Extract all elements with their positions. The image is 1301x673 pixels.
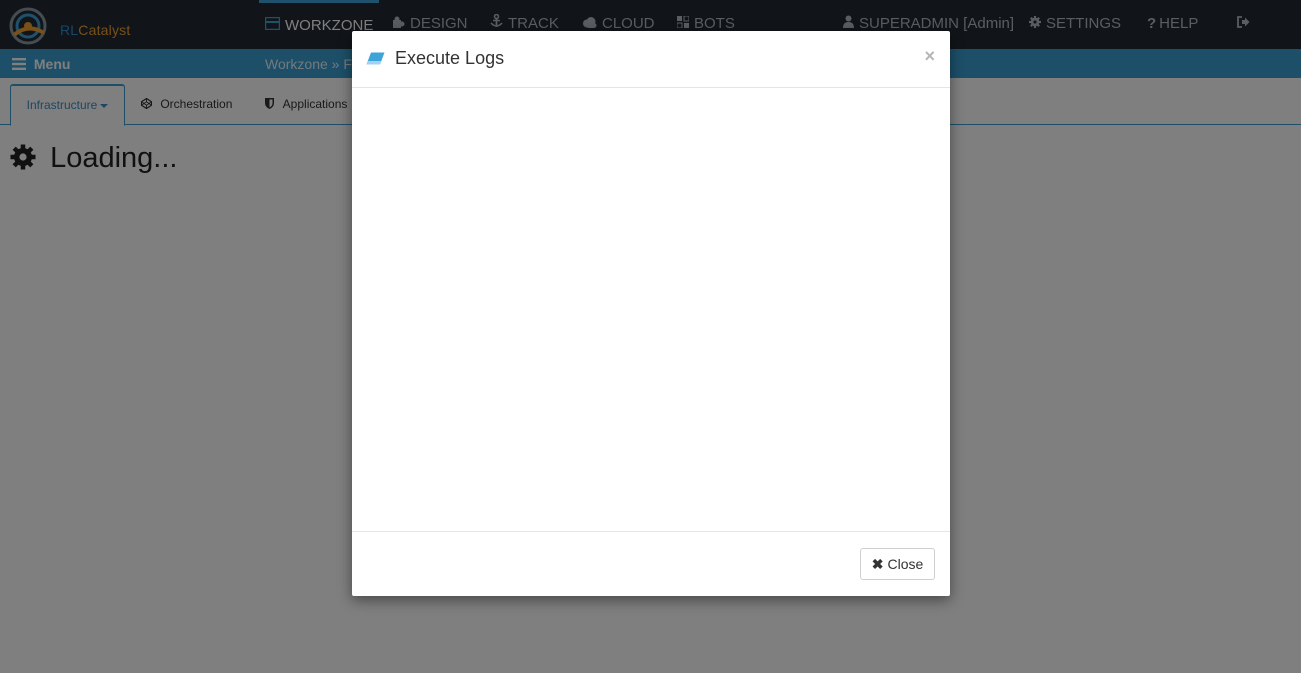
modal-title: Execute Logs (366, 48, 504, 69)
modal-close-x-button[interactable]: × (924, 46, 935, 67)
execute-logs-body (352, 88, 950, 531)
modal-header: Execute Logs × (352, 31, 950, 88)
close-button[interactable]: ✖ Close (860, 548, 935, 580)
eraser-icon (366, 48, 395, 68)
times-icon: ✖ (871, 555, 884, 572)
execute-logs-modal: Execute Logs × ✖ Close (352, 31, 950, 596)
modal-footer: ✖ Close (352, 531, 950, 597)
